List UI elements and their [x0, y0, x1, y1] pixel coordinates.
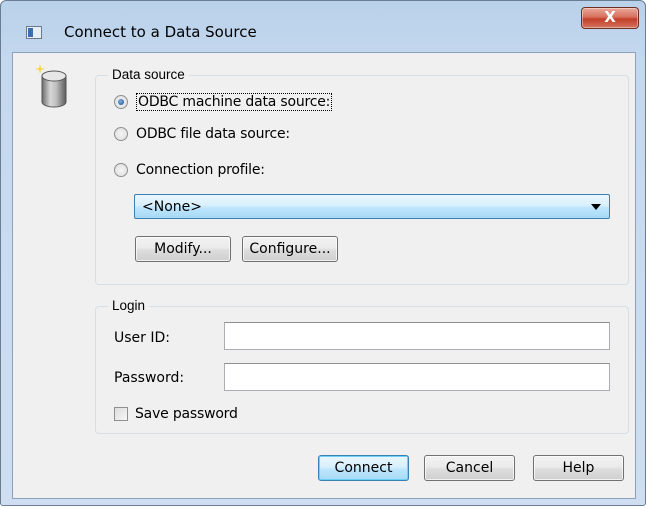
window-title: Connect to a Data Source: [64, 23, 257, 41]
connect-button[interactable]: Connect: [318, 455, 409, 481]
database-icon: [35, 64, 67, 108]
modify-button[interactable]: Modify...: [135, 236, 231, 262]
radio-button[interactable]: [114, 127, 128, 141]
help-button[interactable]: Help: [533, 455, 624, 481]
radio-button-checked[interactable]: [114, 95, 128, 109]
save-password-checkbox[interactable]: [114, 407, 128, 421]
window-icon: [26, 26, 42, 39]
title-bar[interactable]: Connect to a Data Source X: [1, 1, 645, 41]
radio-odbc-machine[interactable]: ODBC machine data source:: [114, 92, 333, 112]
user-id-input[interactable]: [224, 322, 610, 350]
configure-button[interactable]: Configure...: [242, 236, 338, 262]
radio-odbc-file[interactable]: ODBC file data source:: [114, 124, 290, 144]
radio-connection-profile-label: Connection profile:: [136, 162, 265, 178]
connection-profile-dropdown[interactable]: <None>: [134, 194, 610, 219]
chevron-down-icon[interactable]: [591, 203, 601, 210]
login-legend: Login: [108, 298, 150, 313]
user-id-label: User ID:: [114, 330, 170, 346]
cancel-button[interactable]: Cancel: [424, 455, 515, 481]
close-button[interactable]: X: [581, 7, 639, 29]
password-input[interactable]: [224, 363, 610, 391]
save-password-checkbox-row[interactable]: Save password: [114, 405, 238, 423]
radio-connection-profile[interactable]: Connection profile:: [114, 160, 265, 180]
save-password-label: Save password: [135, 406, 238, 422]
radio-odbc-file-label: ODBC file data source:: [136, 126, 290, 142]
radio-odbc-machine-label: ODBC machine data source:: [136, 93, 333, 111]
data-source-legend: Data source: [108, 67, 189, 82]
password-label: Password:: [114, 370, 185, 386]
dropdown-selected-value: <None>: [142, 198, 202, 215]
radio-button[interactable]: [114, 163, 128, 177]
